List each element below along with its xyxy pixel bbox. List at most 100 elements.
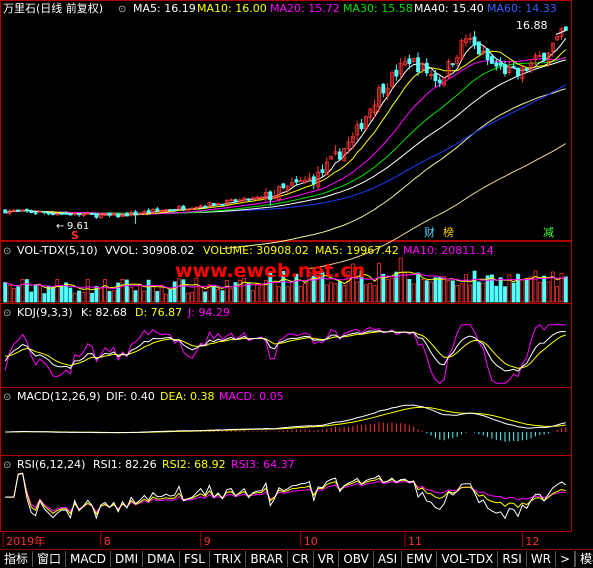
candle	[264, 187, 268, 202]
high-price-arrow	[555, 30, 567, 35]
macd-dea-line	[5, 406, 566, 433]
month-label: 11	[408, 535, 422, 548]
volume-bar	[224, 280, 229, 303]
candle	[198, 204, 203, 208]
volume-bar	[377, 262, 381, 303]
candle	[20, 209, 25, 212]
kdj-header: ⊙ KDJ(9,3,3) K: 82.68 D: 76.87 J: 94.29	[3, 306, 230, 319]
candle	[137, 212, 142, 215]
volume-bar	[155, 291, 160, 303]
vol-title: VOL-TDX(5,10)	[17, 244, 98, 257]
chart-canvas[interactable]: 万里石(日线 前复权) ⊙ MA5: 16.19 MA10: 16.00 MA2…	[0, 0, 593, 549]
candle	[116, 213, 121, 219]
tab-11[interactable]: OBV	[339, 551, 374, 567]
volume-bar	[411, 283, 416, 303]
candle	[359, 119, 364, 132]
candle	[368, 107, 373, 122]
month-label: 2019年	[6, 534, 45, 548]
watermark: www.eweb.net.cn	[175, 260, 365, 282]
volume-bar	[494, 285, 499, 303]
chevron-down-icon[interactable]: ⊙	[3, 308, 11, 319]
ma40-line	[5, 59, 566, 214]
candle	[485, 47, 490, 66]
ma5-label: MA5: 16.19	[133, 2, 196, 15]
volume-bar	[403, 272, 407, 303]
volume-bar	[133, 290, 138, 303]
candle	[290, 177, 294, 187]
volume-bar	[7, 285, 12, 303]
volume-bar	[98, 287, 103, 303]
volume-bar	[355, 281, 360, 303]
tab-2[interactable]: 窗口	[33, 551, 67, 567]
tab-7[interactable]: TRIX	[210, 551, 247, 567]
candle	[503, 60, 507, 77]
candle	[316, 166, 321, 190]
candle	[416, 52, 420, 76]
candle	[94, 213, 99, 219]
volume-bar	[211, 284, 216, 303]
volume-bar	[120, 278, 125, 303]
volume-bar	[563, 276, 568, 303]
volume-bar	[146, 279, 151, 303]
chevron-down-icon[interactable]: ⊙	[3, 460, 11, 471]
candle	[555, 35, 560, 42]
tab-9[interactable]: CR	[288, 551, 314, 567]
candle	[224, 198, 229, 206]
tab-template[interactable]: 模板	[575, 551, 593, 567]
volume-bar	[529, 276, 533, 303]
chevron-down-icon[interactable]: ⊙	[3, 246, 11, 257]
volume-bar	[468, 284, 473, 303]
volume-bar	[424, 280, 429, 303]
vol-ma5-label: MA5: 19967.42	[315, 244, 399, 257]
candle	[390, 70, 394, 90]
volume-bar	[303, 282, 307, 303]
tab-4[interactable]: DMI	[111, 551, 144, 567]
candle	[329, 155, 334, 160]
candle	[403, 56, 407, 68]
arrow-left-icon: ←	[56, 221, 64, 232]
ma60-label: MA60: 14.33	[487, 2, 557, 15]
tab-14[interactable]: VOL-TDX	[437, 551, 499, 567]
vol-header: ⊙ VOL-TDX(5,10) VVOL: 30908.02 VOLUME: 3…	[3, 244, 494, 257]
price-layer	[3, 26, 568, 269]
tab-13[interactable]: EMV	[402, 551, 438, 567]
high-price-label: 16.88	[516, 19, 548, 32]
volume-bar	[455, 284, 460, 303]
tab-8[interactable]: BRAR	[246, 551, 289, 567]
volume-bar	[368, 282, 373, 303]
marker-bang: 榜	[443, 225, 454, 239]
tab-6[interactable]: FSL	[180, 551, 210, 567]
volume-bar	[324, 284, 329, 303]
tab-12[interactable]: ASI	[374, 551, 403, 567]
volume-bar	[490, 274, 494, 303]
volume-bar	[151, 285, 155, 303]
tab-10[interactable]: VR	[314, 551, 340, 567]
volume-label: VOLUME: 30908.02	[203, 244, 309, 257]
candle	[29, 209, 34, 214]
volume-bar	[85, 279, 90, 303]
tab-15[interactable]: RSI	[498, 551, 527, 567]
x-axis: 2019年 8 9 10 11 12	[2, 532, 539, 548]
rsi1-label: RSI1: 82.26	[93, 458, 157, 471]
candle	[337, 148, 342, 161]
candle	[124, 211, 129, 217]
tab-5[interactable]: DMA	[143, 551, 180, 567]
volume-bar	[342, 285, 347, 303]
volume-bar	[476, 281, 481, 303]
candle	[142, 209, 147, 215]
kdj-k-label: K: 82.68	[81, 306, 127, 319]
tab-3[interactable]: MACD	[66, 551, 112, 567]
volume-bar	[168, 289, 173, 303]
month-label: 8	[104, 535, 111, 548]
tab-16[interactable]: WR	[527, 551, 557, 567]
tab-17[interactable]: >	[556, 551, 576, 567]
volume-bar	[42, 293, 47, 303]
volume-bar	[90, 292, 95, 303]
stock-chart-window: 万里石(日线 前复权) ⊙ MA5: 16.19 MA10: 16.00 MA2…	[0, 0, 593, 568]
chevron-down-icon[interactable]: ⊙	[3, 392, 11, 403]
tab-1[interactable]: 指标	[0, 551, 34, 567]
chevron-down-icon[interactable]: ⊙	[118, 4, 126, 15]
volume-bar	[272, 281, 277, 303]
candle	[229, 198, 234, 202]
macd-value-label: MACD: 0.05	[219, 390, 284, 403]
